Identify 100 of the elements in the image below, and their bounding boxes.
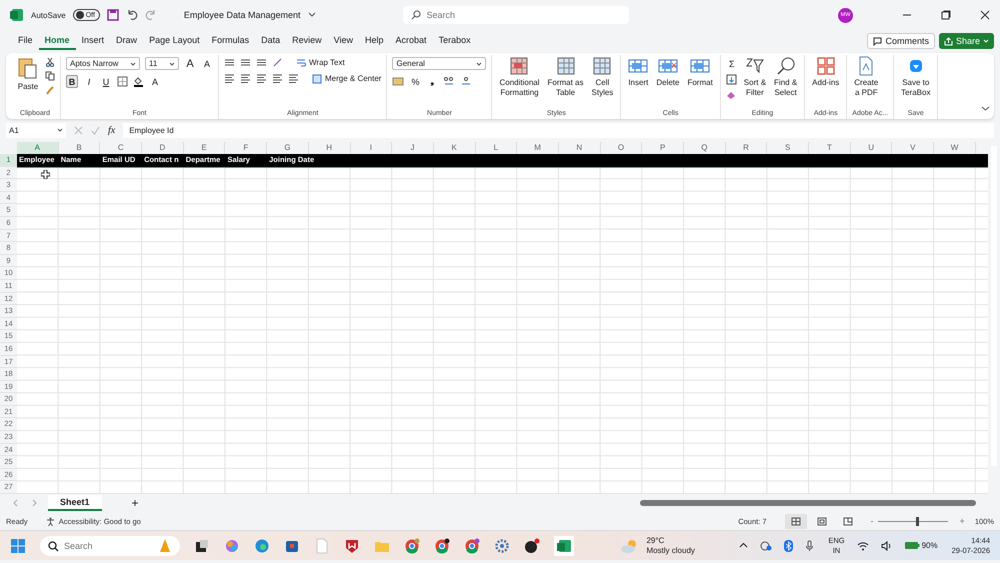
borders-icon[interactable] (117, 76, 128, 87)
ribbon-tab[interactable]: File (12, 32, 39, 50)
battery-icon[interactable] (904, 541, 920, 550)
ribbon-tab[interactable]: Insert (76, 32, 110, 50)
percent-button[interactable]: % (409, 75, 422, 88)
ribbon-tab[interactable]: Home (38, 32, 76, 50)
search-icon (48, 540, 59, 552)
align-icon[interactable] (288, 73, 299, 84)
align-icon[interactable] (272, 73, 283, 84)
add-ins-button[interactable]: Add-ins (810, 55, 842, 89)
search-field[interactable]: Search (402, 6, 628, 24)
align-icon[interactable] (256, 73, 267, 84)
align-icon[interactable] (240, 73, 251, 84)
insert-function-button[interactable]: fx (108, 124, 116, 136)
ribbon-tab[interactable]: Data (255, 32, 286, 50)
editing-button[interactable]: Find & Select (772, 55, 800, 99)
cell-cursor-icon (41, 170, 50, 179)
name-box[interactable]: A1 (6, 122, 66, 138)
styles-button[interactable]: Format as Table (546, 55, 586, 99)
ribbon-tab[interactable]: Review (286, 32, 328, 50)
restore-icon[interactable] (941, 10, 951, 20)
shield-icon[interactable] (344, 538, 360, 554)
caret-icon (169, 60, 175, 66)
decrease-decimal-icon[interactable] (460, 76, 472, 87)
autosum-button[interactable]: Σ (726, 57, 738, 70)
fill-icon[interactable] (726, 74, 737, 85)
ribbon-tab[interactable]: View (328, 32, 360, 50)
sheet-tab[interactable]: Sheet1 (48, 495, 102, 511)
view-icon (790, 516, 801, 526)
font-size-field[interactable]: 11 (145, 57, 179, 70)
caret-icon[interactable] (308, 11, 316, 19)
align-icon[interactable] (224, 73, 235, 84)
zoom-in-button[interactable]: + (960, 516, 965, 526)
format-painter-icon[interactable] (45, 85, 55, 95)
bluetooth-icon[interactable] (784, 540, 794, 552)
view-button[interactable] (784, 514, 807, 528)
italic-button[interactable]: I (83, 75, 95, 88)
currency-icon[interactable] (392, 76, 404, 87)
wifi-icon[interactable] (856, 540, 869, 550)
autosave-label: AutoSave (31, 10, 66, 20)
create-pdf-button[interactable]: Create a PDF (852, 55, 880, 99)
editing-button[interactable]: Sort & Filter (742, 55, 768, 99)
save-icon[interactable] (106, 9, 119, 21)
font-name-field[interactable]: Aptos Narrow (66, 57, 140, 70)
cells-button[interactable]: Format (685, 55, 715, 89)
vertical-align-icon[interactable] (224, 57, 235, 68)
font-color-button[interactable]: A (149, 75, 161, 88)
browser-icon[interactable] (254, 538, 270, 554)
document-title[interactable]: Employee Data Management (184, 10, 300, 20)
cells-button[interactable]: Insert (626, 55, 650, 89)
paste-button[interactable]: Paste (15, 55, 41, 93)
ribbon-tab[interactable]: Help (359, 32, 390, 50)
copy-icon[interactable] (45, 71, 55, 81)
microphone-icon[interactable] (805, 540, 814, 552)
gear-icon[interactable] (494, 538, 510, 554)
fill-color-icon[interactable] (133, 76, 144, 87)
ribbon-tab[interactable]: Terabox (432, 32, 477, 50)
undo-icon[interactable] (126, 9, 138, 21)
chevron-up-icon[interactable] (739, 541, 748, 550)
scissors-icon[interactable] (45, 57, 55, 67)
comments-button[interactable]: Comments (867, 33, 935, 49)
column-header[interactable]: A (17, 142, 59, 154)
ribbon-tab[interactable]: Acrobat (390, 32, 433, 50)
eraser-icon[interactable] (726, 89, 737, 100)
check-icon[interactable] (91, 126, 100, 134)
formula-input[interactable]: Employee Id (123, 122, 994, 138)
underline-button[interactable]: U (100, 75, 112, 88)
battery-percent: 90% (922, 541, 938, 550)
merge-center-button[interactable]: Merge & Center (312, 74, 382, 84)
increase-decimal-icon[interactable] (443, 76, 456, 87)
orientation-icon[interactable] (272, 57, 283, 68)
ribbon-tab[interactable]: Draw (110, 32, 144, 50)
grow-font-button[interactable]: A (184, 57, 196, 70)
task-view-icon[interactable] (194, 538, 210, 554)
taskbar-search-field[interactable]: Search (40, 536, 180, 556)
vertical-align-icon[interactable] (240, 57, 251, 68)
ribbon-tab[interactable]: Page Layout (143, 32, 206, 50)
start-icon[interactable] (10, 538, 26, 554)
zoom-out-button[interactable]: - (870, 516, 874, 526)
cloud-icon[interactable] (760, 540, 772, 550)
bold-button[interactable]: B (66, 75, 78, 88)
close-icon[interactable] (980, 10, 990, 20)
speaker-icon[interactable] (880, 540, 892, 550)
styles-button[interactable]: Conditional Formatting (497, 55, 542, 99)
shrink-font-button[interactable]: A (201, 57, 213, 70)
wrap-text-button[interactable]: Wrap Text (296, 58, 345, 68)
cells-button[interactable]: Delete (654, 55, 682, 89)
save-to-terabox-button[interactable]: Save to TeraBox (899, 55, 932, 99)
accessibility-icon[interactable] (46, 516, 55, 526)
app-icon[interactable] (524, 538, 540, 554)
number-format-field[interactable]: General (392, 57, 486, 70)
caret-icon (130, 60, 136, 66)
comma-button[interactable]: ❟ (426, 75, 438, 88)
temperature: 29°C (646, 536, 666, 546)
styles-button[interactable]: Cell Styles (590, 55, 616, 99)
add-sheet-button[interactable]: + (132, 496, 139, 510)
vertical-align-icon[interactable] (256, 57, 267, 68)
expand-ribbon-icon[interactable] (981, 104, 990, 113)
ribbon-tab[interactable]: Formulas (206, 32, 256, 50)
share-button[interactable]: Share (938, 33, 994, 49)
